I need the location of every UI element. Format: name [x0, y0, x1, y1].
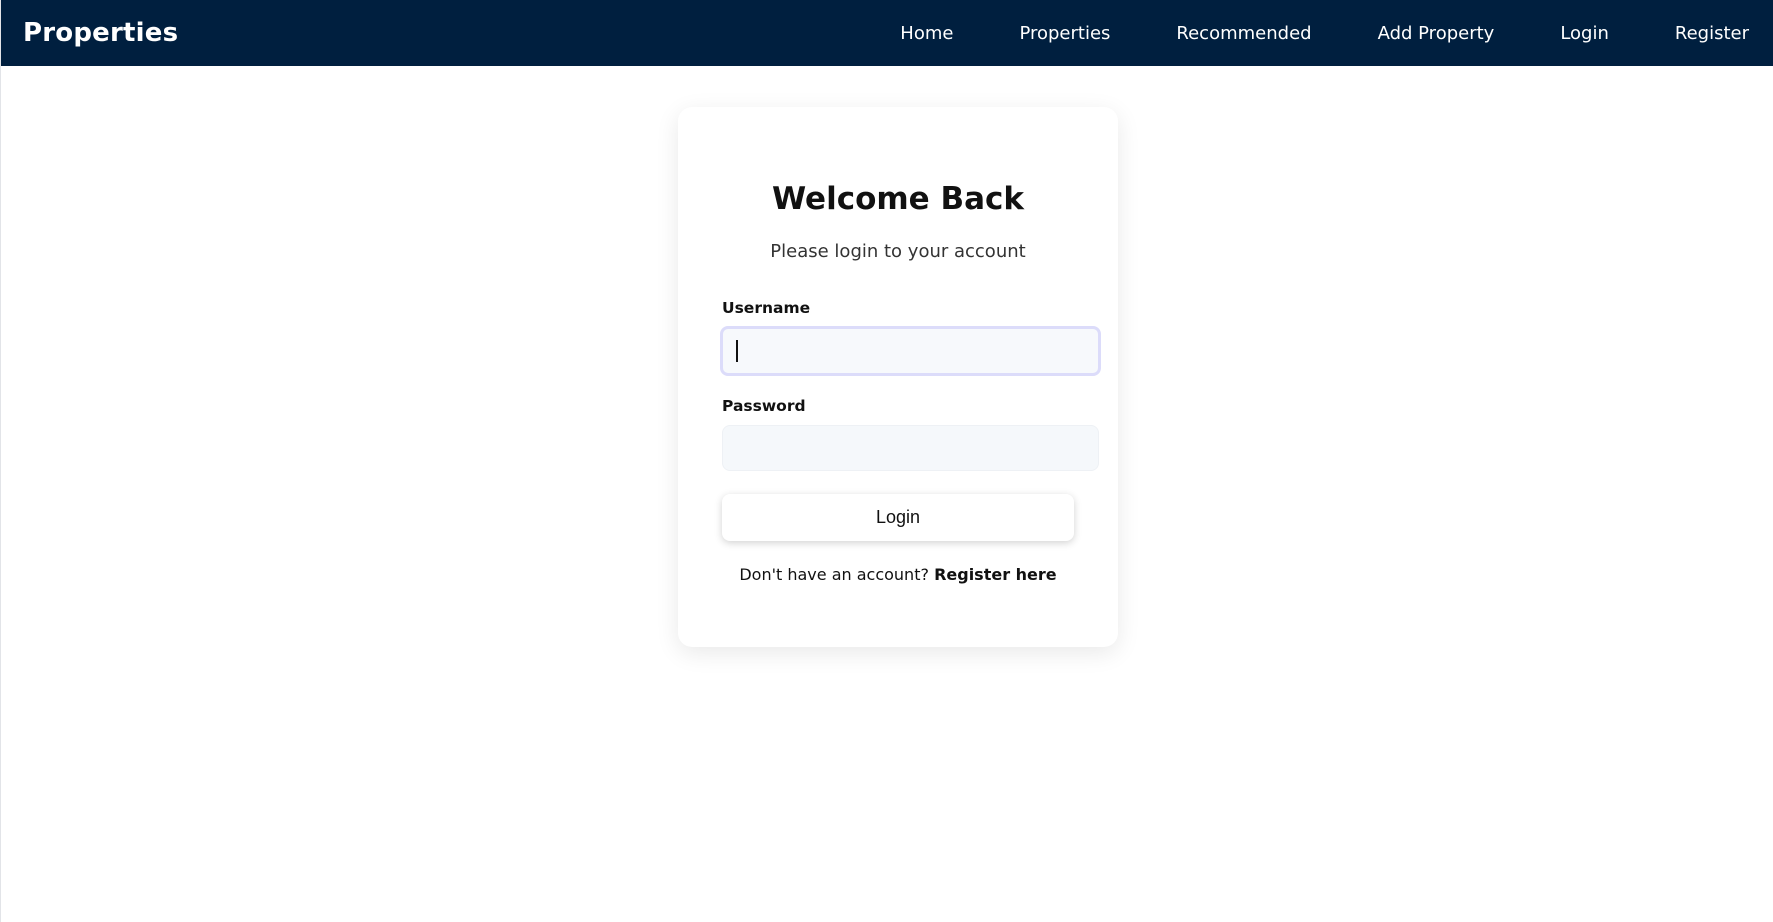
- nav-link-home[interactable]: Home: [900, 23, 953, 44]
- password-input[interactable]: [722, 425, 1099, 471]
- username-input[interactable]: [720, 326, 1101, 376]
- login-card: Welcome Back Please login to your accoun…: [678, 107, 1118, 647]
- nav-link-properties[interactable]: Properties: [1019, 23, 1110, 44]
- nav-links: Home Properties Recommended Add Property…: [900, 0, 1749, 66]
- register-here-link[interactable]: Register here: [934, 565, 1057, 584]
- nav-link-register[interactable]: Register: [1675, 23, 1749, 44]
- nav-link-login[interactable]: Login: [1560, 23, 1609, 44]
- register-prompt-line: Don't have an account? Register here: [678, 565, 1118, 584]
- brand-logo-text[interactable]: Properties: [23, 18, 178, 48]
- text-caret: [736, 340, 738, 362]
- username-label: Username: [722, 299, 811, 317]
- login-button[interactable]: Login: [722, 494, 1074, 541]
- page: Properties Home Properties Recommended A…: [0, 0, 1773, 922]
- login-title: Welcome Back: [771, 181, 1025, 217]
- login-subtitle: Please login to your account: [770, 241, 1026, 262]
- nav-link-add-property[interactable]: Add Property: [1378, 23, 1495, 44]
- nav-link-recommended[interactable]: Recommended: [1176, 23, 1311, 44]
- top-navbar: Properties Home Properties Recommended A…: [1, 0, 1773, 66]
- password-label: Password: [722, 397, 806, 415]
- register-prompt-text: Don't have an account?: [739, 565, 929, 584]
